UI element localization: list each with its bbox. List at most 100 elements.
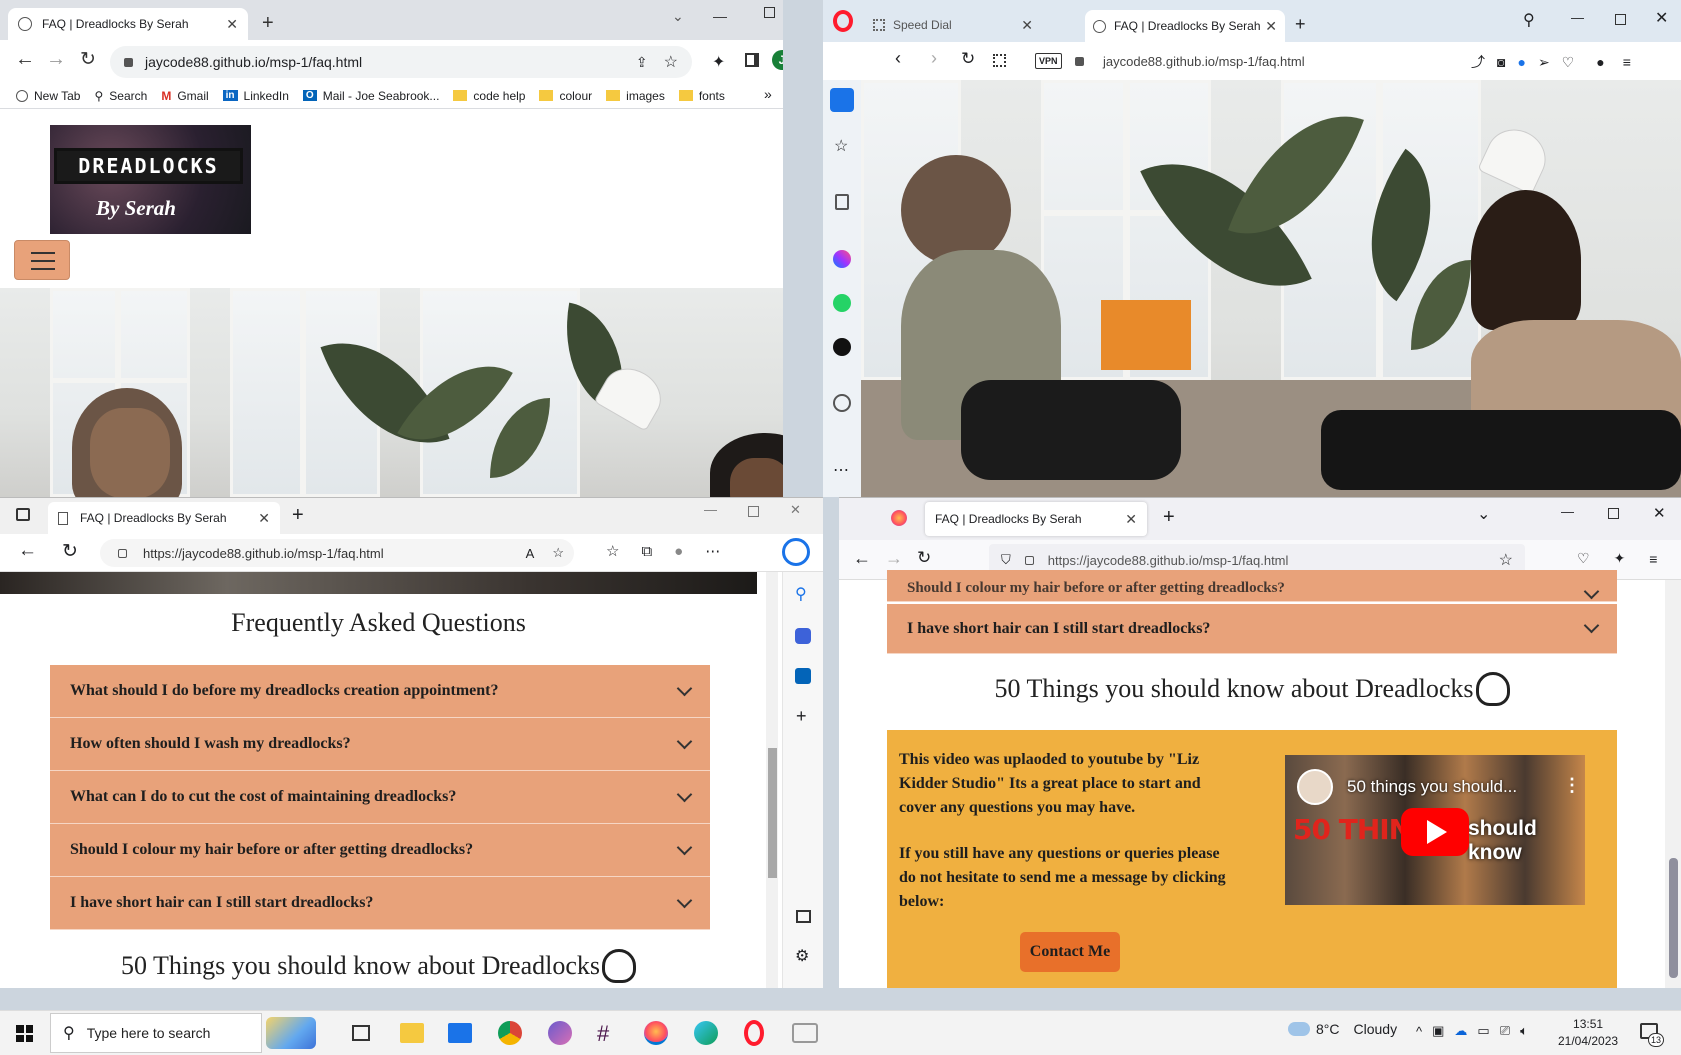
- faq-question[interactable]: What can I do to cut the cost of maintai…: [50, 771, 710, 824]
- edge-address-bar[interactable]: https://jaycode88.github.io/msp-1/faq.ht…: [100, 539, 574, 567]
- hamburger-menu-button[interactable]: [14, 240, 70, 280]
- edge-scrollbar-thumb[interactable]: [768, 748, 777, 878]
- logo[interactable]: DREADLOCKS By Serah: [50, 125, 251, 234]
- close-window-icon[interactable]: ✕: [1655, 8, 1668, 28]
- snap-icon[interactable]: ⤴: [1471, 52, 1485, 72]
- edge-icon[interactable]: [694, 1021, 718, 1045]
- app-icon[interactable]: [792, 1023, 818, 1043]
- bookmark-code-help[interactable]: code help: [453, 89, 525, 103]
- tab-actions-icon[interactable]: [16, 508, 30, 521]
- close-icon[interactable]: ✕: [258, 510, 270, 527]
- opera-icon[interactable]: [744, 1020, 764, 1046]
- close-icon[interactable]: ✕: [226, 16, 238, 33]
- chevron-down-icon[interactable]: ⌄: [1477, 504, 1490, 524]
- bookmark-fonts[interactable]: fonts: [678, 89, 725, 103]
- search-highlight-icon[interactable]: [266, 1017, 316, 1049]
- maximize-icon[interactable]: [1615, 14, 1626, 25]
- chrome-icon[interactable]: [498, 1021, 522, 1045]
- chevron-up-icon[interactable]: ^: [1416, 1024, 1422, 1039]
- maximize-icon[interactable]: [1608, 508, 1619, 519]
- add-icon[interactable]: +: [796, 706, 807, 727]
- maximize-icon[interactable]: [748, 506, 759, 517]
- search-icon[interactable]: ⚲: [1523, 10, 1535, 30]
- sidebar-toggle-icon[interactable]: [796, 910, 811, 923]
- collections-icon[interactable]: ⧉: [641, 543, 652, 560]
- firefox-tab[interactable]: FAQ | Dreadlocks By Serah ✕: [925, 502, 1147, 536]
- bookmarks-more[interactable]: »: [764, 86, 772, 102]
- meet-icon[interactable]: ▣: [1432, 1023, 1444, 1039]
- player-icon[interactable]: [833, 394, 851, 412]
- vpn-badge[interactable]: VPN: [1035, 53, 1062, 69]
- tabs-grid-icon[interactable]: [993, 54, 1006, 67]
- chrome-tab[interactable]: FAQ | Dreadlocks By Serah ✕: [8, 8, 248, 40]
- gear-icon[interactable]: ⚙: [795, 946, 809, 966]
- firefox-logo-icon[interactable]: [891, 510, 907, 526]
- bookmark-linkedin[interactable]: in LinkedIn: [222, 89, 289, 103]
- windows-start-icon[interactable]: [16, 1025, 33, 1042]
- reload-icon[interactable]: ↻: [62, 540, 78, 563]
- forward-icon[interactable]: →: [885, 548, 903, 569]
- onedrive-icon[interactable]: ☁: [1454, 1023, 1467, 1039]
- youtube-play-button[interactable]: [1401, 808, 1469, 856]
- home-icon[interactable]: [830, 88, 854, 112]
- chevron-down-icon[interactable]: ⌄: [672, 8, 684, 25]
- kebab-icon[interactable]: ⋮: [1563, 775, 1581, 796]
- bookmark-mail[interactable]: O Mail - Joe Seabrook...: [302, 89, 439, 103]
- sidepanel-icon[interactable]: [745, 53, 759, 67]
- extensions-icon[interactable]: ✦: [1614, 550, 1626, 567]
- star-icon[interactable]: ☆: [834, 136, 848, 156]
- more-icon[interactable]: ⋯: [705, 542, 720, 560]
- back-icon[interactable]: ←: [18, 540, 37, 562]
- send-icon[interactable]: ➢: [1538, 54, 1550, 71]
- weather-widget[interactable]: 8°C Cloudy: [1288, 1021, 1397, 1037]
- maximize-icon[interactable]: [764, 7, 775, 18]
- opera-address-bar[interactable]: jaycode88.github.io/msp-1/faq.html: [1103, 54, 1305, 69]
- minimize-icon[interactable]: —: [713, 8, 727, 24]
- firefox-scrollbar-thumb[interactable]: [1669, 858, 1678, 978]
- chrome-address-bar[interactable]: jaycode88.github.io/msp-1/faq.html ⇪ ☆: [110, 46, 692, 78]
- faq-question[interactable]: How often should I wash my dreadlocks?: [50, 718, 710, 771]
- heart-icon[interactable]: ♡: [1562, 54, 1575, 71]
- faq-question[interactable]: What should I do before my dreadlocks cr…: [50, 665, 710, 718]
- reload-icon[interactable]: ↻: [961, 49, 975, 69]
- back-icon[interactable]: ←: [853, 548, 871, 569]
- minimize-icon[interactable]: —: [1561, 504, 1574, 519]
- extensions-icon[interactable]: ✦: [712, 52, 725, 72]
- mail-icon[interactable]: [448, 1023, 472, 1043]
- edge-tab[interactable]: FAQ | Dreadlocks By Serah ✕: [48, 502, 280, 534]
- add-favorite-icon[interactable]: ☆: [552, 545, 564, 561]
- new-tab-icon[interactable]: +: [1163, 506, 1175, 529]
- whatsapp-icon[interactable]: [833, 294, 851, 312]
- close-window-icon[interactable]: ✕: [790, 502, 801, 518]
- copilot-icon[interactable]: [548, 1021, 572, 1045]
- bookmark-new-tab[interactable]: New Tab: [16, 89, 80, 103]
- shopping-icon[interactable]: [795, 628, 811, 644]
- share-icon[interactable]: ⇪: [636, 54, 648, 71]
- slack-icon[interactable]: #: [597, 1021, 609, 1047]
- close-icon[interactable]: ✕: [1125, 511, 1137, 528]
- bookmark-gmail[interactable]: M Gmail: [161, 89, 208, 103]
- tiktok-icon[interactable]: [833, 338, 851, 356]
- opera-tab-speed-dial[interactable]: Speed Dial ✕: [865, 10, 1041, 40]
- shield-icon[interactable]: ●: [1517, 54, 1525, 70]
- profile-icon[interactable]: ●: [1596, 54, 1604, 70]
- star-icon[interactable]: ☆: [1499, 550, 1513, 570]
- youtube-video-embed[interactable]: 50 things you should... ⋮ 50 THING shoul…: [1285, 755, 1585, 905]
- task-view-icon[interactable]: [352, 1025, 370, 1041]
- reload-icon[interactable]: ↻: [80, 48, 96, 71]
- new-tab-icon[interactable]: +: [292, 504, 304, 527]
- bookmark-search[interactable]: ⚲ Search: [94, 89, 147, 103]
- pocket-icon[interactable]: ♡: [1577, 550, 1590, 567]
- network-icon[interactable]: ⎚: [1500, 1023, 1510, 1039]
- minimize-icon[interactable]: —: [1571, 10, 1584, 25]
- back-icon[interactable]: ←: [15, 48, 35, 71]
- close-icon[interactable]: ✕: [1021, 17, 1033, 34]
- new-tab-icon[interactable]: +: [262, 12, 274, 35]
- back-icon[interactable]: ‹: [895, 48, 901, 69]
- faq-question[interactable]: I have short hair can I still start drea…: [50, 877, 710, 930]
- taskbar-search[interactable]: ⚲ Type here to search: [50, 1013, 262, 1053]
- forward-icon[interactable]: →: [46, 48, 66, 71]
- menu-icon[interactable]: ≡: [1649, 551, 1657, 567]
- reload-icon[interactable]: ↻: [917, 548, 931, 568]
- favorites-icon[interactable]: ☆: [606, 542, 619, 560]
